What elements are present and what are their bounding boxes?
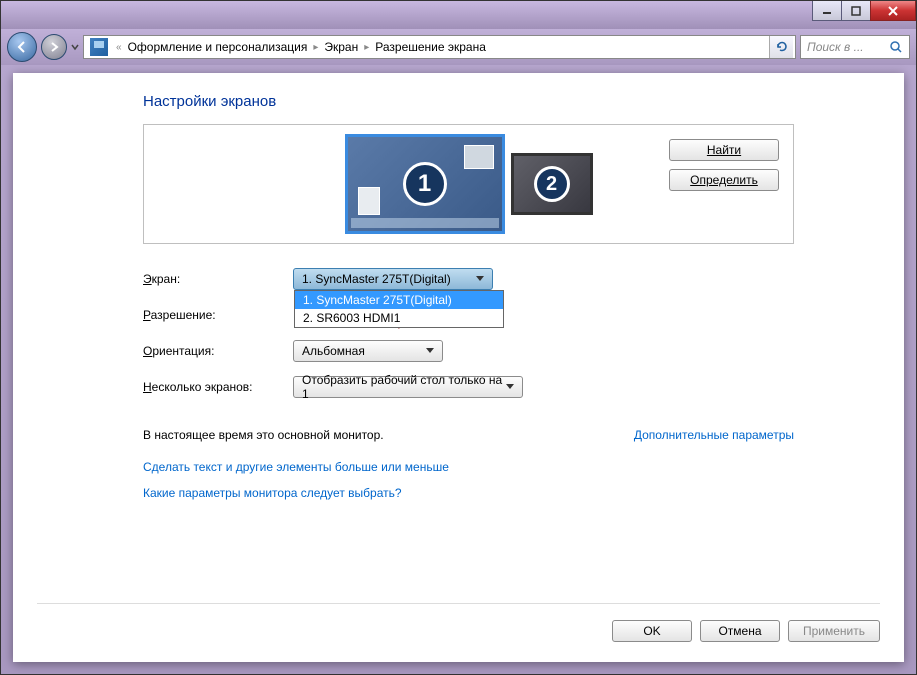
breadcrumb-item[interactable]: Экран — [322, 40, 360, 54]
monitors-preview: 1 2 Найти Определить — [143, 124, 794, 244]
ok-button[interactable]: OK — [612, 620, 692, 642]
nav-back-button[interactable] — [7, 32, 37, 62]
chevron-down-icon — [422, 348, 438, 354]
identify-button-label: Определить — [690, 173, 758, 187]
status-row: В настоящее время это основной монитор. … — [143, 428, 794, 442]
apply-button[interactable]: Применить — [788, 620, 880, 642]
window-thumb-icon — [464, 145, 494, 169]
orientation-label: Ориентация: — [143, 344, 293, 358]
help-link[interactable]: Какие параметры монитора следует выбрать… — [143, 486, 794, 500]
breadcrumb-item[interactable]: Оформление и персонализация — [126, 40, 310, 54]
cancel-button-label: Отмена — [718, 624, 761, 638]
refresh-button[interactable] — [769, 36, 793, 58]
refresh-icon — [775, 40, 789, 54]
search-icon — [889, 40, 903, 54]
chevron-right-icon: « — [112, 42, 126, 53]
resolution-label: Разрешение: — [143, 308, 293, 322]
titlebar-buttons — [813, 1, 916, 21]
chevron-down-icon — [503, 384, 518, 390]
divider — [37, 603, 880, 604]
chevron-down-icon — [472, 276, 488, 282]
advanced-settings-link[interactable]: Дополнительные параметры — [634, 428, 794, 442]
taskbar-icon — [351, 218, 499, 228]
multiple-displays-label: Несколько экранов: — [143, 380, 293, 394]
find-button-label: Найти — [707, 143, 741, 157]
minimize-button[interactable] — [812, 1, 842, 21]
search-input[interactable]: Поиск в ... — [800, 35, 910, 59]
screen-label: Экран: — [143, 272, 293, 286]
chevron-down-icon[interactable] — [71, 40, 79, 54]
multiple-displays-dropdown[interactable]: Отобразить рабочий стол только на 1 — [293, 376, 523, 398]
monitor-number: 1 — [403, 162, 447, 206]
orientation-dropdown[interactable]: Альбомная — [293, 340, 443, 362]
ok-button-label: OK — [643, 624, 660, 638]
dialog-buttons: OK Отмена Применить — [612, 620, 880, 642]
chevron-right-icon: ▸ — [360, 42, 373, 53]
text-size-link[interactable]: Сделать текст и другие элементы больше и… — [143, 460, 794, 474]
arrow-left-icon — [15, 40, 29, 54]
maximize-icon — [851, 6, 861, 16]
screen-dropdown-list: 1. SyncMaster 275T(Digital) 2. SR6003 HD… — [294, 290, 504, 328]
page-title: Настройки экранов — [143, 93, 794, 110]
window-thumb-icon — [358, 187, 380, 215]
screen-dropdown-value: 1. SyncMaster 275T(Digital) — [302, 272, 451, 286]
screen-row: Экран: 1. SyncMaster 275T(Digital) 1. Sy… — [143, 268, 794, 290]
monitor-buttons: Найти Определить — [669, 139, 779, 191]
monitor-2[interactable]: 2 — [511, 153, 593, 215]
dropdown-option[interactable]: 1. SyncMaster 275T(Digital) — [295, 291, 503, 309]
cancel-button[interactable]: Отмена — [700, 620, 780, 642]
apply-button-label: Применить — [803, 624, 865, 638]
maximize-button[interactable] — [841, 1, 871, 21]
close-button[interactable] — [870, 1, 916, 21]
titlebar — [1, 1, 916, 29]
dropdown-option[interactable]: 2. SR6003 HDMI1 — [295, 309, 503, 327]
window: « Оформление и персонализация ▸ Экран ▸ … — [0, 0, 917, 675]
main-monitor-status: В настоящее время это основной монитор. — [143, 428, 384, 442]
screen-dropdown[interactable]: 1. SyncMaster 275T(Digital) 1. SyncMaste… — [293, 268, 493, 290]
find-button[interactable]: Найти — [669, 139, 779, 161]
orientation-row: Ориентация: Альбомная — [143, 340, 794, 362]
control-panel-icon — [90, 38, 108, 56]
breadcrumb-item[interactable]: Разрешение экрана — [373, 40, 488, 54]
orientation-dropdown-value: Альбомная — [302, 344, 365, 358]
minimize-icon — [822, 6, 832, 16]
monitor-number: 2 — [534, 166, 570, 202]
content-panel: Настройки экранов 1 2 Найти Определить — [13, 73, 904, 662]
monitor-1[interactable]: 1 — [345, 134, 505, 234]
navbar: « Оформление и персонализация ▸ Экран ▸ … — [1, 29, 916, 65]
nav-forward-button[interactable] — [41, 34, 67, 60]
multiple-displays-value: Отобразить рабочий стол только на 1 — [302, 373, 503, 401]
content-inner: Настройки экранов 1 2 Найти Определить — [13, 73, 904, 532]
chevron-right-icon: ▸ — [309, 42, 322, 53]
multiple-displays-row: Несколько экранов: Отобразить рабочий ст… — [143, 376, 794, 398]
search-placeholder: Поиск в ... — [807, 40, 864, 54]
identify-button[interactable]: Определить — [669, 169, 779, 191]
close-icon — [887, 5, 899, 17]
breadcrumb[interactable]: « Оформление и персонализация ▸ Экран ▸ … — [83, 35, 796, 59]
arrow-right-icon — [48, 41, 60, 53]
